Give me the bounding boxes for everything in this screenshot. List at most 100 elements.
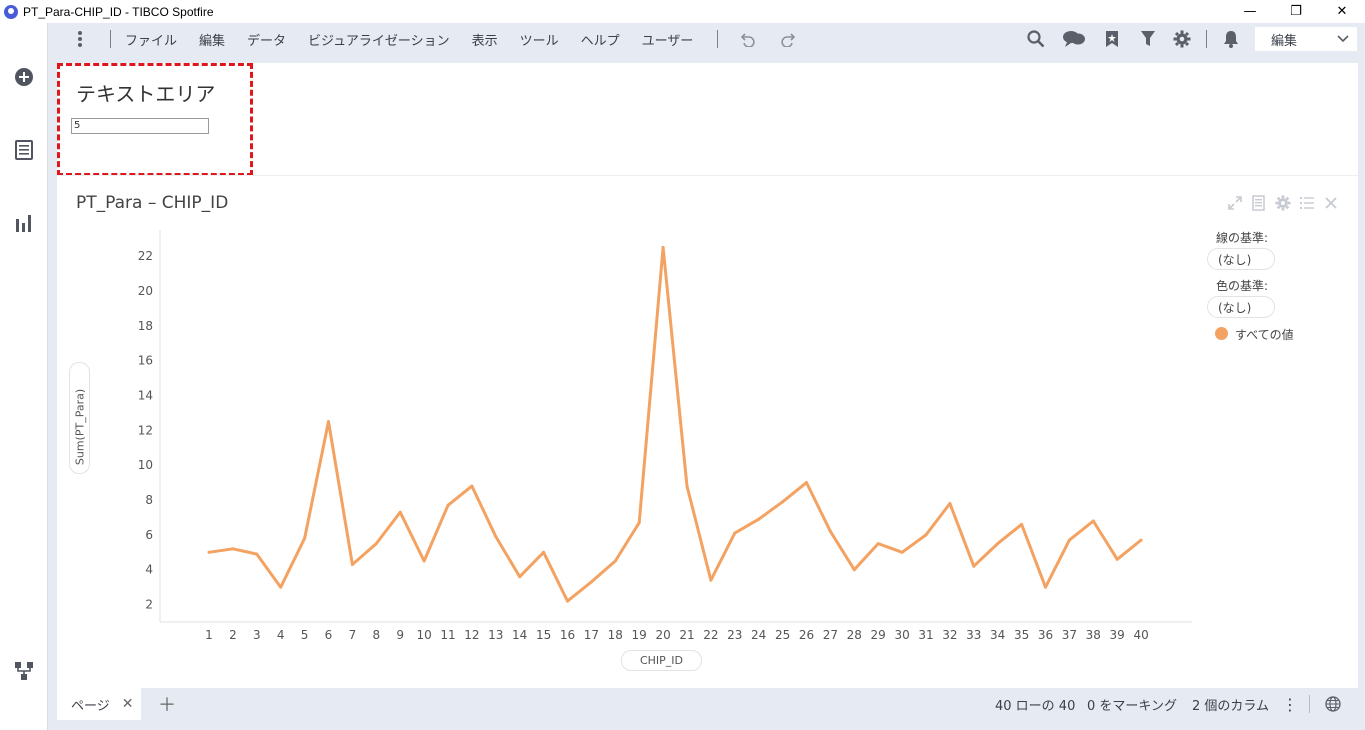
data-point[interactable] — [1020, 522, 1024, 526]
data-point[interactable] — [207, 550, 211, 554]
data-point[interactable] — [279, 585, 283, 589]
data-point[interactable] — [231, 547, 235, 551]
page-tab[interactable]: ページ ✕ — [57, 688, 141, 720]
data-point[interactable] — [1067, 538, 1071, 542]
plus-circle-icon[interactable] — [14, 67, 34, 87]
data-point[interactable] — [948, 502, 952, 506]
row-count-status: 40 ローの 40 — [995, 698, 1076, 714]
data-point[interactable] — [733, 531, 737, 535]
menu-user[interactable]: ユーザー — [642, 30, 694, 49]
data-point[interactable] — [972, 564, 976, 568]
y-tick-label: 8 — [145, 493, 153, 507]
menu-view[interactable]: 表示 — [472, 30, 498, 49]
add-page-button[interactable]: ＋ — [155, 692, 179, 716]
data-point[interactable] — [542, 550, 546, 554]
y-tick-label: 20 — [138, 284, 153, 298]
data-point[interactable] — [900, 550, 904, 554]
data-point[interactable] — [470, 484, 474, 488]
data-point[interactable] — [996, 542, 1000, 546]
data-point[interactable] — [303, 536, 307, 540]
data-point[interactable] — [1044, 585, 1047, 589]
search-icon[interactable] — [1026, 29, 1046, 49]
filter-icon[interactable] — [1138, 29, 1158, 49]
page-tab-close-icon[interactable]: ✕ — [122, 696, 134, 712]
mode-select[interactable]: 編集 — [1255, 27, 1357, 51]
data-point[interactable] — [350, 563, 354, 567]
legend-line-by-value: (なし) — [1218, 252, 1252, 267]
menu-edit[interactable]: 編集 — [199, 30, 225, 49]
data-point[interactable] — [685, 484, 689, 488]
data-point[interactable] — [422, 559, 426, 563]
redo-icon[interactable] — [778, 29, 798, 49]
legend-color-by-value: (なし) — [1218, 300, 1252, 315]
legend-color-by-selector[interactable]: (なし) — [1207, 296, 1275, 318]
x-tick-label: 3 — [253, 628, 261, 640]
kebab-vertical-icon[interactable] — [70, 29, 90, 49]
data-point[interactable] — [1115, 557, 1119, 561]
x-tick-label: 21 — [679, 628, 694, 640]
data-flow-icon[interactable] — [14, 661, 34, 681]
x-tick-label: 26 — [799, 628, 814, 640]
data-point[interactable] — [566, 599, 569, 603]
data-point[interactable] — [518, 575, 522, 579]
x-tick-label: 12 — [464, 628, 479, 640]
data-point[interactable] — [494, 535, 498, 539]
status-more-icon[interactable]: ⋮ — [1282, 688, 1298, 720]
menu-file[interactable]: ファイル — [125, 30, 177, 49]
x-tick-label: 30 — [894, 628, 909, 640]
data-point[interactable] — [828, 529, 832, 533]
data-point[interactable] — [709, 578, 713, 582]
globe-icon[interactable] — [1325, 688, 1341, 720]
menu-visualization[interactable]: ビジュアライゼーション — [308, 30, 450, 49]
data-point[interactable] — [876, 542, 880, 546]
data-point[interactable] — [589, 580, 593, 584]
y-tick-label: 14 — [138, 389, 153, 403]
data-point[interactable] — [255, 552, 259, 556]
close-window-button[interactable]: ✕ — [1319, 0, 1365, 23]
viz-settings-gear-icon[interactable] — [1274, 194, 1292, 212]
menu-help[interactable]: ヘルプ — [581, 30, 620, 49]
x-axis-selector[interactable]: CHIP_ID — [621, 650, 702, 671]
series-line[interactable] — [208, 245, 1143, 603]
bar-chart-icon[interactable] — [14, 213, 34, 233]
data-point[interactable] — [924, 533, 928, 537]
x-tick-label: 32 — [942, 628, 957, 640]
data-point[interactable] — [613, 559, 617, 563]
legend-entry-all-values[interactable]: すべての値 — [1235, 326, 1294, 343]
data-point[interactable] — [1091, 519, 1095, 523]
bookmark-star-icon[interactable] — [1102, 29, 1122, 49]
legend-line-by-selector[interactable]: (なし) — [1207, 248, 1275, 270]
data-point[interactable] — [852, 568, 856, 572]
x-tick-label: 1 — [205, 628, 213, 640]
close-icon[interactable] — [1322, 194, 1340, 212]
restore-button[interactable]: ❐ — [1273, 0, 1319, 23]
data-point[interactable] — [805, 481, 808, 485]
data-point[interactable] — [374, 542, 378, 546]
data-point[interactable] — [781, 500, 785, 504]
menu-tools[interactable]: ツール — [520, 30, 559, 49]
data-point[interactable] — [446, 503, 450, 507]
data-point[interactable] — [398, 510, 402, 514]
legend-toggle-icon[interactable] — [1298, 194, 1316, 212]
x-tick-label: 7 — [349, 628, 357, 640]
bell-icon[interactable] — [1221, 29, 1241, 49]
y-tick-label: 16 — [138, 354, 153, 368]
gear-icon[interactable] — [1172, 29, 1192, 49]
maximize-icon[interactable] — [1226, 194, 1244, 212]
details-icon[interactable] — [1250, 194, 1268, 212]
list-icon[interactable] — [14, 140, 34, 160]
window-controls: — ❐ ✕ — [1227, 0, 1365, 23]
menu-data[interactable]: データ — [247, 30, 286, 49]
chat-bubbles-icon[interactable] — [1062, 29, 1086, 49]
data-point[interactable] — [637, 521, 641, 525]
line-chart[interactable]: 246810121416182022 1 2 3 4 5 6 7 8 9 10 11 12 13 14 15… — [57, 220, 1207, 640]
data-point[interactable] — [661, 245, 665, 249]
minimize-button[interactable]: — — [1227, 0, 1273, 23]
undo-icon[interactable] — [738, 29, 758, 49]
data-point[interactable] — [327, 420, 330, 424]
text-area-input[interactable]: 5 — [71, 118, 209, 134]
data-point[interactable] — [757, 517, 761, 521]
y-tick-label: 12 — [138, 423, 153, 437]
data-point[interactable] — [1139, 538, 1143, 542]
x-tick-label: 11 — [440, 628, 455, 640]
